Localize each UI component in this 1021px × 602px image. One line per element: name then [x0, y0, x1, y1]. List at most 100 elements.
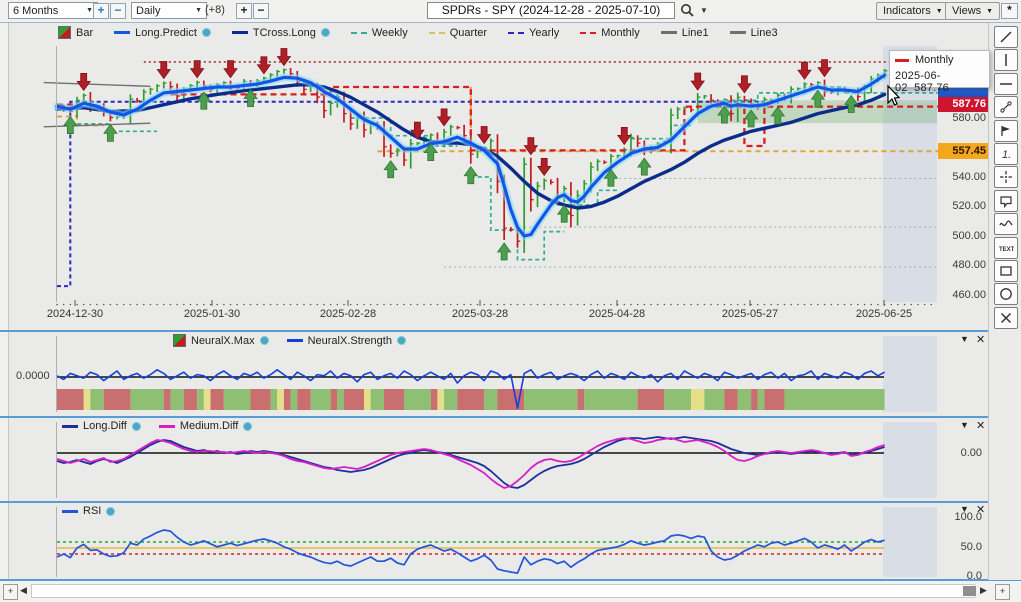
panel1-close-button[interactable]: ✕	[976, 333, 985, 346]
down-arrow	[438, 109, 451, 126]
y-axis-label: 540.00	[938, 171, 986, 183]
flag-tool-button[interactable]	[994, 120, 1018, 142]
up-arrow	[64, 117, 77, 134]
panel3-close-button[interactable]: ✕	[976, 503, 985, 516]
up-arrow	[104, 124, 117, 141]
bar-swatch-icon	[173, 334, 186, 347]
info-dot-icon[interactable]	[243, 422, 252, 431]
angle-tool-button[interactable]: 1.	[994, 143, 1018, 165]
ellipse-tool-icon	[998, 286, 1014, 302]
x-axis-label: 2025-01-30	[172, 308, 252, 320]
flag-tool-icon	[998, 123, 1014, 139]
info-dot-icon[interactable]	[106, 507, 115, 516]
down-arrow	[277, 49, 290, 66]
y-axis-label: 460.00	[938, 289, 986, 301]
plot-left-border	[56, 336, 57, 412]
panel2-close-button[interactable]: ✕	[976, 419, 985, 432]
legend-label: Long.Diff	[83, 420, 127, 432]
horizontal-line-tool-button[interactable]	[994, 73, 1018, 95]
scroll-left-button[interactable]: ◀	[17, 584, 30, 598]
x-axis-label: 2024-12-30	[35, 308, 115, 320]
down-arrow	[77, 73, 90, 90]
tooltip-series: Monthly	[915, 54, 954, 66]
panel2-zero-label: 0.00	[940, 447, 982, 459]
rsi-50-label: 50.0	[938, 541, 982, 553]
panel3-collapse-button[interactable]: ▼	[960, 504, 969, 514]
crosshair-tool-button[interactable]	[994, 166, 1018, 188]
zoom-in-left-button[interactable]: +	[3, 584, 18, 600]
scroll-right-button[interactable]: ▶	[977, 584, 990, 598]
chart-canvas[interactable]	[0, 0, 1021, 602]
scrollbar-track[interactable]	[31, 584, 975, 598]
down-arrow	[618, 127, 631, 144]
tooltip-value: 587.76	[914, 82, 949, 94]
down-arrow	[738, 76, 751, 93]
legend-label: NeuralX.Max	[191, 335, 255, 347]
scrollbar-thumb[interactable]	[963, 586, 976, 596]
panel1-zero-label: 0.0000	[16, 370, 50, 382]
panel-splitter[interactable]	[0, 330, 1021, 332]
legend-item-neuralx-strength[interactable]: NeuralX.Strength	[287, 335, 406, 347]
y-axis-label: 480.00	[938, 259, 986, 271]
text-tool-button[interactable]: TEXT	[994, 237, 1018, 259]
horizontal-scrollbar: + ◀ ▶ +	[0, 581, 1021, 602]
x-axis-label: 2025-02-28	[308, 308, 388, 320]
legend-label: NeuralX.Strength	[308, 335, 392, 347]
up-arrow	[244, 90, 257, 107]
info-dot-icon[interactable]	[397, 336, 406, 345]
crosshair-tool-icon	[998, 169, 1014, 185]
down-arrow	[538, 158, 551, 175]
rectangle-tool-button[interactable]	[994, 260, 1018, 282]
delete-tool-icon	[998, 310, 1014, 326]
plot-left-border	[56, 46, 57, 302]
info-dot-icon[interactable]	[260, 336, 269, 345]
line1	[44, 83, 151, 87]
legend-item-rsi[interactable]: RSI	[62, 505, 115, 517]
panel-splitter[interactable]	[0, 501, 1021, 503]
delete-tool-button[interactable]	[994, 307, 1018, 329]
rsi-line	[57, 530, 885, 573]
svg-text:TEXT: TEXT	[999, 247, 1014, 253]
long-diff-line	[57, 437, 885, 488]
line-tool-button[interactable]	[994, 26, 1018, 48]
y-axis-label: 580.00	[938, 112, 986, 124]
panel3-legend: RSI	[62, 505, 115, 517]
vertical-line-tool-button[interactable]	[994, 49, 1018, 71]
panel2-collapse-button[interactable]: ▼	[960, 420, 969, 430]
x-axis-label: 2025-05-27	[710, 308, 790, 320]
x-axis-label: 2025-03-28	[440, 308, 520, 320]
price-bars	[57, 68, 887, 253]
line-swatch-icon	[62, 425, 78, 428]
ellipse-tool-button[interactable]	[994, 283, 1018, 305]
line-swatch-icon	[62, 510, 78, 513]
callout-tool-icon	[998, 193, 1014, 209]
legend-item-long-diff[interactable]: Long.Diff	[62, 420, 141, 432]
angle-tool-icon: 1.	[998, 146, 1014, 162]
mouse-cursor	[880, 84, 900, 108]
down-arrow	[691, 73, 704, 90]
extended-line-tool-button[interactable]	[994, 96, 1018, 118]
forecast-zone	[883, 336, 937, 412]
panel1-legend: NeuralX.Max NeuralX.Strength	[173, 334, 406, 347]
horizontal-line-tool-icon	[998, 76, 1014, 92]
rectangle-tool-icon	[998, 263, 1014, 279]
forecast-zone	[883, 507, 937, 577]
freehand-tool-button[interactable]	[994, 213, 1018, 235]
extended-line-tool-icon	[998, 99, 1014, 115]
monthly-line-swatch	[895, 59, 909, 62]
legend-item-medium-diff[interactable]: Medium.Diff	[159, 420, 252, 432]
charting-app: 6 Months ▼ + − Daily ▼ (+8) + − SPDRs - …	[0, 0, 1021, 602]
drawing-toolbar: 1. TEXT	[988, 23, 1021, 580]
panel1-collapse-button[interactable]: ▼	[960, 334, 969, 344]
legend-item-neuralx-max[interactable]: NeuralX.Max	[173, 334, 269, 347]
left-window-edge	[0, 23, 9, 581]
svg-text:1.: 1.	[1002, 149, 1011, 161]
zoom-in-right-button[interactable]: +	[995, 584, 1010, 600]
down-arrow	[257, 57, 270, 74]
info-dot-icon[interactable]	[132, 422, 141, 431]
panel-splitter[interactable]	[0, 416, 1021, 418]
line-swatch-icon	[159, 425, 175, 428]
callout-tool-button[interactable]	[994, 190, 1018, 212]
y-axis-label: 520.00	[938, 200, 986, 212]
y-axis-label: 500.00	[938, 230, 986, 242]
